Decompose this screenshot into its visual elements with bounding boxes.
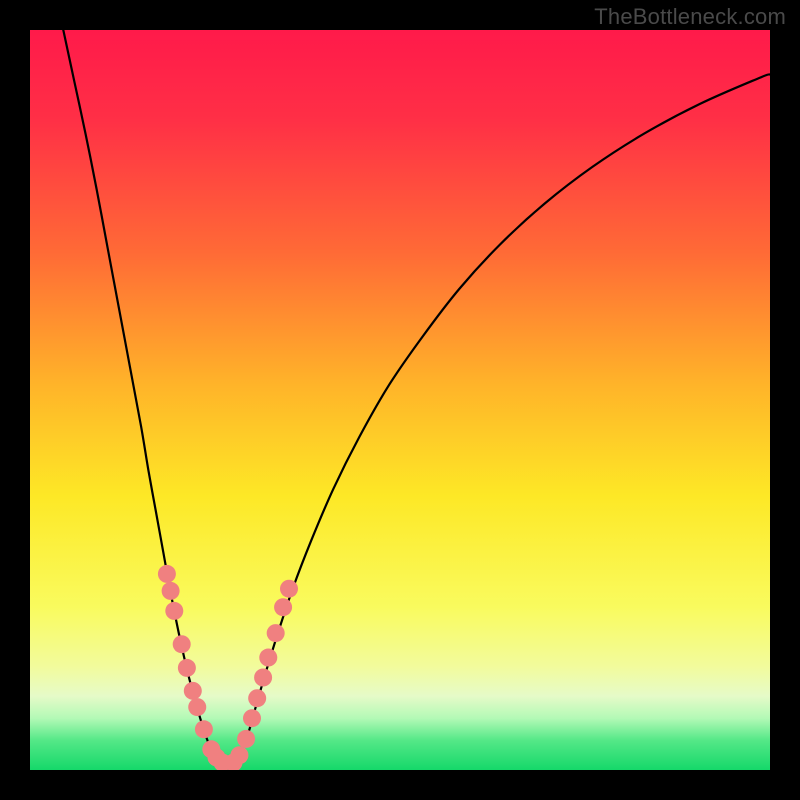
marker-dot: [173, 635, 191, 653]
marker-dot: [195, 720, 213, 738]
plot-area: [30, 30, 770, 770]
marker-dot: [237, 730, 255, 748]
chart-frame: TheBottleneck.com: [0, 0, 800, 800]
marker-dot: [267, 624, 285, 642]
marker-dot: [274, 598, 292, 616]
curve-left: [63, 30, 222, 763]
marker-dot: [230, 746, 248, 764]
marker-group: [158, 565, 298, 770]
marker-dot: [254, 669, 272, 687]
curve-layer: [30, 30, 770, 770]
marker-dot: [259, 649, 277, 667]
marker-dot: [184, 682, 202, 700]
marker-dot: [162, 582, 180, 600]
marker-dot: [178, 659, 196, 677]
marker-dot: [158, 565, 176, 583]
curve-right: [234, 74, 771, 762]
marker-dot: [165, 602, 183, 620]
marker-dot: [243, 709, 261, 727]
marker-dot: [280, 580, 298, 598]
watermark-text: TheBottleneck.com: [594, 4, 786, 30]
marker-dot: [248, 689, 266, 707]
marker-dot: [188, 698, 206, 716]
